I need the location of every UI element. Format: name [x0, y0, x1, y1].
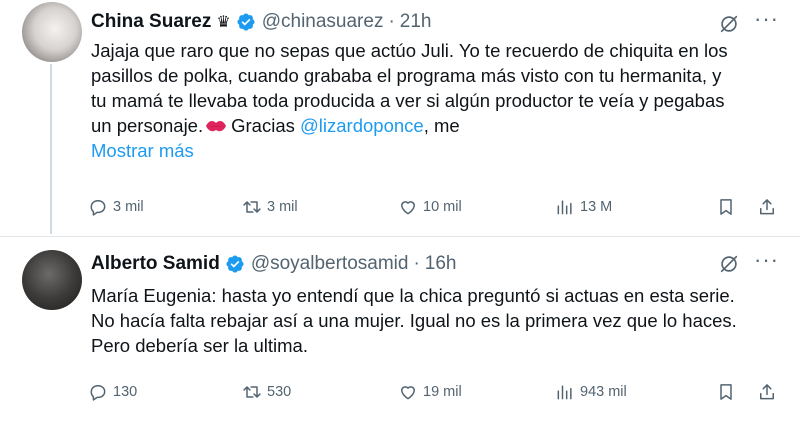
bookmark-icon	[720, 199, 732, 215]
like-button[interactable]: 19 mil	[398, 380, 462, 404]
retweet-icon	[243, 386, 261, 398]
grok-icon[interactable]	[718, 13, 740, 35]
header-separator: ·	[413, 253, 420, 274]
author-handle[interactable]: @soyalbertosamid	[251, 253, 409, 275]
retweet-count: 530	[267, 384, 292, 400]
views-button[interactable]: 943 mil	[555, 380, 627, 404]
avatar[interactable]	[22, 250, 82, 310]
views-bar-chart-icon	[557, 385, 572, 400]
tweet-text-line: Jajaja que raro que no sepas que actúo J…	[91, 40, 728, 61]
tweet-timestamp[interactable]: 16h	[425, 253, 457, 275]
tweet-text-line: Pero debería ser la ultima.	[91, 335, 308, 356]
tweet-actions: 130 530 19 mil 943 mil	[0, 380, 800, 404]
share-icon	[760, 199, 774, 215]
kiss-lips-icon	[206, 121, 227, 132]
tweet-text-segment: Gracias	[231, 115, 295, 136]
like-count: 19 mil	[423, 384, 462, 400]
reply-count: 130	[113, 384, 138, 400]
share-icon	[760, 384, 774, 400]
bookmark-icon	[720, 384, 732, 400]
more-options-icon[interactable]: ···	[754, 249, 779, 271]
tweet-text-line: pasillos de polka, cuando grababa el pro…	[91, 65, 722, 86]
tweet-text: María Eugenia: hasta yo entendí que la c…	[91, 283, 791, 358]
tweet-text-segment: , me	[423, 115, 460, 136]
retweet-button[interactable]: 530	[242, 380, 291, 404]
tweet-china-suarez[interactable]: China Suarez ♛ @chinasuarez · 21h ··· Ja…	[0, 0, 800, 236]
share-button[interactable]	[757, 380, 777, 404]
tweet-text-line: María Eugenia: hasta yo entendí que la c…	[91, 285, 735, 306]
tweet-header: China Suarez ♛ @chinasuarez · 21h	[91, 11, 432, 33]
reply-icon	[90, 200, 106, 216]
retweet-button[interactable]: 3 mil	[242, 195, 298, 219]
tweet-actions: 3 mil 3 mil 10 mil 13 M	[0, 195, 800, 219]
grok-icon[interactable]	[718, 253, 740, 275]
reply-button[interactable]: 130	[88, 380, 137, 404]
heart-icon	[401, 201, 415, 215]
more-options-icon[interactable]: ···	[754, 8, 779, 30]
tweet-text: Jajaja que raro que no sepas que actúo J…	[91, 38, 791, 163]
reply-count: 3 mil	[113, 199, 144, 215]
reply-button[interactable]: 3 mil	[88, 195, 144, 219]
bookmark-button[interactable]	[716, 380, 736, 404]
tweet-text-segment: un personaje.	[91, 115, 204, 136]
views-count: 943 mil	[580, 384, 627, 400]
tweet-header: Alberto Samid @soyalbertosamid · 16h	[91, 253, 456, 275]
bookmark-button[interactable]	[716, 195, 736, 219]
tweet-text-line: No hacía falta rebajar así a una mujer. …	[91, 310, 737, 331]
show-more-link[interactable]: Mostrar más	[91, 138, 791, 163]
heart-icon	[401, 386, 415, 400]
retweet-icon	[243, 201, 261, 213]
views-bar-chart-icon	[557, 200, 572, 215]
verified-badge-icon	[226, 255, 244, 273]
author-name[interactable]: Alberto Samid	[91, 253, 220, 275]
views-button[interactable]: 13 M	[555, 195, 612, 219]
like-button[interactable]: 10 mil	[398, 195, 462, 219]
avatar[interactable]	[22, 2, 82, 62]
verified-badge-icon	[237, 13, 255, 31]
like-count: 10 mil	[423, 199, 462, 215]
tweet-text-line: tu mamá te llevaba toda producida a ver …	[91, 90, 725, 111]
author-name[interactable]: China Suarez	[91, 11, 211, 33]
author-handle[interactable]: @chinasuarez	[262, 11, 384, 33]
mention-link[interactable]: @lizardoponce	[300, 115, 424, 136]
crown-badge-icon: ♛	[216, 14, 231, 31]
tweet-alberto-samid[interactable]: Alberto Samid @soyalbertosamid · 16h ···…	[0, 237, 800, 426]
reply-icon	[90, 385, 106, 401]
share-button[interactable]	[757, 195, 777, 219]
tweet-text-line: un personaje. Gracias @lizardoponce, me	[91, 113, 791, 138]
retweet-count: 3 mil	[267, 199, 298, 215]
tweet-timestamp[interactable]: 21h	[400, 11, 432, 33]
header-separator: ·	[388, 11, 395, 32]
views-count: 13 M	[580, 199, 613, 215]
